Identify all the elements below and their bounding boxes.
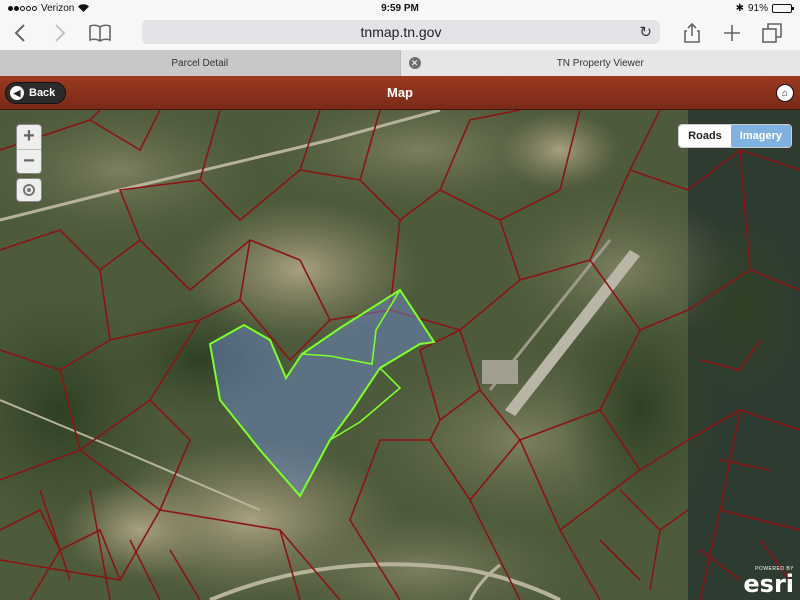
signal-strength-icon bbox=[8, 5, 37, 11]
tab-tn-property-viewer[interactable]: ✕ TN Property Viewer bbox=[399, 50, 800, 76]
status-right: ✱ 91% bbox=[735, 2, 794, 14]
satellite-imagery[interactable] bbox=[0, 110, 800, 600]
locate-button[interactable] bbox=[16, 178, 42, 202]
new-tab-button[interactable] bbox=[712, 16, 752, 50]
tab-label: TN Property Viewer bbox=[556, 57, 644, 69]
carrier-name: Verizon bbox=[41, 2, 75, 14]
tab-label: Parcel Detail bbox=[171, 57, 229, 69]
reload-icon[interactable]: ↻ bbox=[639, 23, 652, 41]
basemap-roads-button[interactable]: Roads bbox=[679, 125, 731, 147]
esri-logo: POWERED BY esri bbox=[743, 567, 794, 598]
home-button[interactable]: ⌂ bbox=[776, 84, 794, 102]
status-left: Verizon bbox=[8, 2, 90, 14]
share-icon bbox=[684, 23, 700, 43]
chevron-left-icon bbox=[14, 24, 25, 42]
tabs-overview-button[interactable] bbox=[752, 16, 792, 50]
esri-brand: esri bbox=[743, 570, 794, 598]
plus-icon bbox=[724, 25, 740, 41]
home-icon: ⌂ bbox=[781, 88, 789, 99]
address-bar[interactable]: tnmap.tn.gov ↻ bbox=[142, 20, 660, 44]
app-header: ◀ Back Map ⌂ bbox=[0, 76, 800, 110]
clock: 9:59 PM bbox=[381, 2, 419, 14]
book-icon bbox=[89, 24, 111, 42]
map-view[interactable]: + − Roads Imagery POWERED BY esri bbox=[0, 110, 800, 600]
zoom-in-button[interactable]: + bbox=[17, 125, 41, 149]
close-icon[interactable]: ✕ bbox=[408, 57, 421, 69]
chevron-right-icon bbox=[55, 24, 66, 42]
zoom-control: + − bbox=[16, 124, 42, 174]
tab-parcel-detail[interactable]: Parcel Detail bbox=[0, 50, 400, 76]
bluetooth-icon: ✱ bbox=[735, 2, 744, 14]
wifi-icon bbox=[78, 4, 90, 12]
battery-icon bbox=[772, 3, 794, 13]
share-button[interactable] bbox=[672, 16, 712, 50]
toolbar-right bbox=[672, 16, 792, 50]
basemap-imagery-button[interactable]: Imagery bbox=[730, 125, 791, 147]
back-button-label: Back bbox=[29, 87, 56, 99]
basemap-toggle: Roads Imagery bbox=[678, 124, 792, 148]
status-bar: Verizon 9:59 PM ✱ 91% bbox=[0, 0, 800, 16]
url-text: tnmap.tn.gov bbox=[360, 24, 442, 40]
page-title: Map bbox=[387, 85, 413, 100]
zoom-out-button[interactable]: − bbox=[17, 149, 41, 173]
battery-percent: 91% bbox=[747, 2, 768, 14]
bookmarks-button[interactable] bbox=[80, 16, 120, 50]
locate-icon bbox=[23, 184, 35, 196]
back-button[interactable]: ◀ Back bbox=[5, 82, 67, 104]
forward-nav-button[interactable] bbox=[40, 16, 80, 50]
browser-tabs: Parcel Detail ✕ TN Property Viewer bbox=[0, 50, 800, 76]
browser-toolbar: tnmap.tn.gov ↻ bbox=[0, 16, 800, 50]
arrow-left-icon: ◀ bbox=[10, 86, 24, 100]
tabs-icon bbox=[762, 23, 782, 43]
back-nav-button[interactable] bbox=[0, 16, 40, 50]
